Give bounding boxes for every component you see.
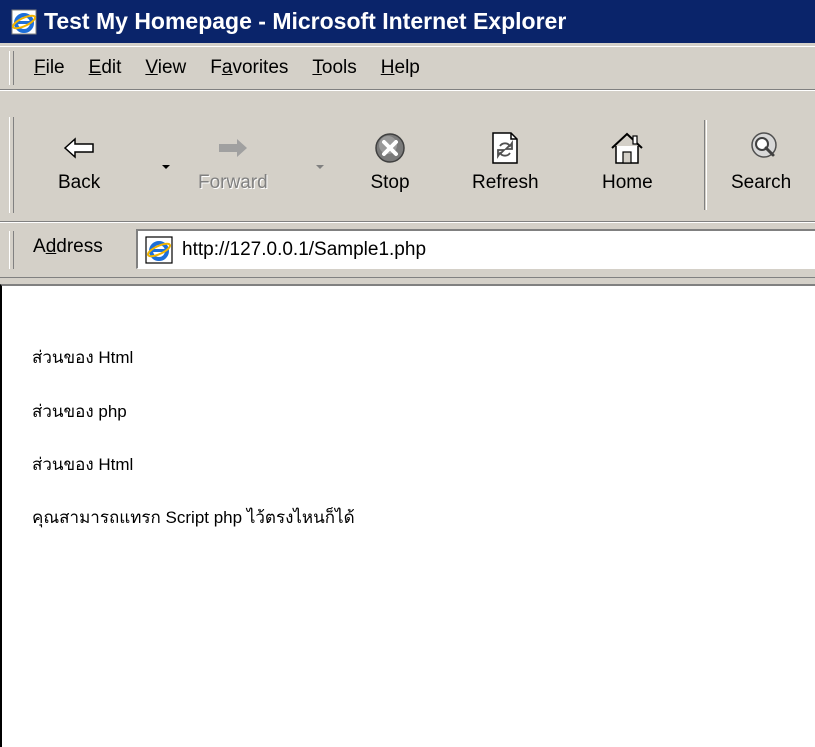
back-label: Back (58, 172, 101, 193)
content-line-note: คุณสามารถแทรก Script php ไว้ตรงไหนก็ได้ (32, 508, 355, 527)
forward-button[interactable]: Forward (198, 128, 268, 213)
stop-button[interactable]: Stop (370, 128, 410, 213)
title-bar[interactable]: Test My Homepage - Microsoft Internet Ex… (0, 0, 815, 43)
menu-file[interactable]: File (34, 57, 65, 79)
refresh-icon (485, 128, 525, 168)
content-line-php: ส่วนของ php (32, 402, 127, 421)
back-button[interactable]: Back (58, 128, 100, 213)
menu-view[interactable]: View (145, 57, 186, 79)
menu-bar: File Edit View Favorites Tools Help (0, 46, 815, 90)
menu-bar-grip[interactable] (9, 51, 14, 85)
content-line-html-2: ส่วนของ Html (32, 455, 134, 474)
search-icon (745, 128, 785, 168)
menu-favorites[interactable]: Favorites (210, 57, 288, 79)
forward-dropdown-arrow[interactable] (316, 165, 324, 169)
home-button[interactable]: Home (602, 128, 653, 213)
address-url: http://127.0.0.1/Sample1.php (182, 238, 427, 260)
forward-arrow-icon (213, 128, 253, 168)
stop-label: Stop (370, 172, 410, 193)
address-label: Address (33, 236, 103, 257)
ie-page-icon (144, 235, 174, 265)
search-label: Search (731, 172, 792, 193)
search-button[interactable]: Search (731, 128, 791, 213)
content-line-html-1: ส่วนของ Html (32, 348, 134, 367)
window-title: Test My Homepage - Microsoft Internet Ex… (44, 8, 567, 34)
menu-tools[interactable]: Tools (312, 57, 356, 79)
address-bar: Address http://127.0.0.1/Sample1.php (0, 222, 815, 278)
back-arrow-icon (59, 128, 99, 168)
home-icon (607, 128, 647, 168)
page-content: ส่วนของ Html ส่วนของ php ส่วนของ Html คุ… (0, 284, 815, 747)
ie-logo-icon (10, 8, 38, 36)
refresh-label: Refresh (472, 172, 539, 193)
toolbar-grip[interactable] (9, 117, 14, 213)
menu-help[interactable]: Help (381, 57, 420, 79)
home-label: Home (602, 172, 653, 193)
back-dropdown-arrow[interactable] (162, 165, 170, 169)
address-bar-grip[interactable] (9, 231, 14, 269)
browser-window: Test My Homepage - Microsoft Internet Ex… (0, 0, 815, 747)
address-input[interactable]: http://127.0.0.1/Sample1.php (136, 229, 815, 269)
stop-icon (370, 128, 410, 168)
menu-edit[interactable]: Edit (89, 57, 122, 79)
refresh-button[interactable]: Refresh (472, 128, 539, 213)
toolbar-separator (704, 120, 707, 210)
forward-label: Forward (198, 172, 268, 193)
